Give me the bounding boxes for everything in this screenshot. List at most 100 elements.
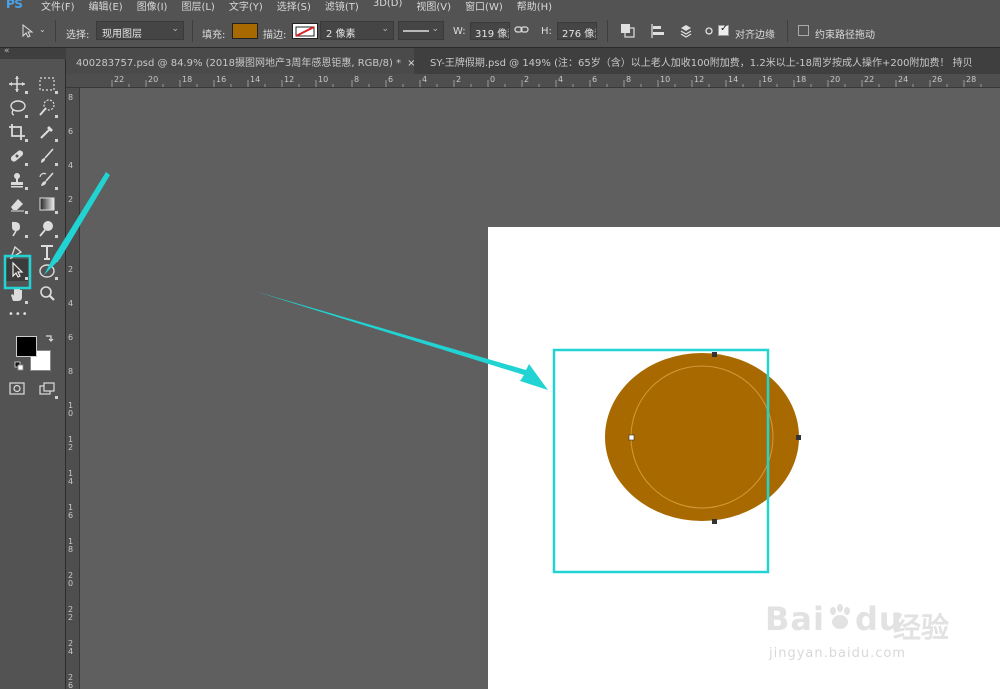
menu-window[interactable]: 窗口(W) xyxy=(465,0,503,12)
path-arrangement-button[interactable] xyxy=(677,22,695,40)
rect-marquee-icon xyxy=(39,77,55,91)
select-dropdown[interactable]: 现用图层 ⌄ xyxy=(96,21,184,40)
submenu-indicator xyxy=(25,91,28,94)
link-icon xyxy=(514,26,529,33)
submenu-indicator xyxy=(25,163,28,166)
path-operations-button[interactable] xyxy=(619,22,637,40)
hand-icon xyxy=(11,287,22,301)
vertical-ruler[interactable]: 8 6 4 2 0 2 4 6 8 1 0 1 2 1 4 1 6 1 8 2 … xyxy=(66,88,80,689)
dodge-tool[interactable] xyxy=(36,217,58,239)
submenu-indicator xyxy=(25,235,28,238)
menu-view[interactable]: 视图(V) xyxy=(416,0,451,12)
menu-bar: PS 文件(F) 编辑(E) 图像(I) 图层(L) 文字(Y) 选择(S) 滤… xyxy=(0,0,1000,12)
align-icon xyxy=(651,24,664,38)
more-icon: ••• xyxy=(8,309,29,320)
submenu-indicator xyxy=(25,301,28,304)
move-icon xyxy=(9,76,25,92)
menu-image[interactable]: 图像(I) xyxy=(137,0,168,12)
quick-selection-tool[interactable] xyxy=(36,97,58,119)
ruler-tick: 1 4 xyxy=(68,469,74,486)
width-label: W: xyxy=(453,26,466,37)
watermark-brand-bai: Bai xyxy=(765,600,825,638)
stroke-label: 描边: xyxy=(263,30,287,41)
foreground-color-swatch[interactable] xyxy=(16,336,37,357)
tab-document-2[interactable]: SY-王牌假期.psd @ 149% (注：65岁（含）以上老人加收100附加费… xyxy=(420,48,1000,74)
menu-3d[interactable]: 3D(D) xyxy=(373,0,403,12)
brush-tool[interactable] xyxy=(36,145,58,167)
quick-mask-button[interactable] xyxy=(6,378,28,400)
stamp-icon xyxy=(11,173,23,188)
screen-mode-button[interactable] xyxy=(36,378,58,400)
shape-tool[interactable] xyxy=(36,259,58,281)
path-operations-icon xyxy=(621,24,635,38)
link-dimensions-button[interactable] xyxy=(514,22,532,40)
stroke-width-dropdown[interactable]: 2 像素 ⌄ xyxy=(320,21,394,40)
chevron-down-icon: ⌄ xyxy=(39,25,46,34)
tab-document-1[interactable]: 400283757.psd @ 84.9% (2018摄图网地产3周年感恩钜惠,… xyxy=(66,48,414,74)
eyedropper-tool[interactable] xyxy=(36,121,58,143)
close-icon[interactable]: × xyxy=(407,58,414,69)
horizontal-ruler[interactable]: 22 20 18 16 14 12 10 8 6 4 2 0 2 4 6 8 1… xyxy=(66,74,1000,88)
ruler-tick: 1 8 xyxy=(68,537,74,554)
select-value: 现用图层 xyxy=(102,29,142,40)
toolbar-header[interactable]: « xyxy=(0,46,66,59)
height-input[interactable]: 276 像素 xyxy=(557,22,597,40)
menu-edit[interactable]: 编辑(E) xyxy=(89,0,123,12)
lasso-icon xyxy=(10,100,26,116)
menu-type[interactable]: 文字(Y) xyxy=(229,0,263,12)
history-brush-icon xyxy=(39,172,54,186)
menu-select[interactable]: 选择(S) xyxy=(277,0,311,12)
fill-label: 填充: xyxy=(202,30,226,41)
move-tool[interactable] xyxy=(6,73,28,95)
ellipse-icon xyxy=(39,264,55,278)
menu-filter[interactable]: 滤镜(T) xyxy=(325,0,359,12)
submenu-indicator xyxy=(55,91,58,94)
clone-stamp-tool[interactable] xyxy=(6,169,28,191)
menu-items: 文件(F) 编辑(E) 图像(I) 图层(L) 文字(Y) 选择(S) 滤镜(T… xyxy=(41,0,552,12)
marquee-tool[interactable] xyxy=(36,73,58,95)
constrain-path-checkbox[interactable] xyxy=(798,25,809,36)
watermark-url: jingyan.baidu.com xyxy=(769,646,906,661)
healing-brush-tool[interactable] xyxy=(6,145,28,167)
smudge-tool[interactable] xyxy=(6,217,28,239)
dodge-icon xyxy=(39,221,53,237)
menu-help[interactable]: 帮助(H) xyxy=(517,0,552,12)
stroke-color-swatch[interactable] xyxy=(292,23,318,39)
ruler-tick: 2 2 xyxy=(68,605,74,622)
tab-label: SY-王牌假期.psd @ 149% (注：65岁（含）以上老人加收100附加费… xyxy=(430,58,973,69)
crop-tool[interactable] xyxy=(6,121,28,143)
tools-panel: ••• xyxy=(0,59,66,689)
gradient-tool[interactable] xyxy=(36,193,58,215)
submenu-indicator xyxy=(55,277,58,280)
options-bar: ⌄ 选择: 现用图层 ⌄ 填充: 描边: 2 像素 ⌄ ⌄ W: 319 像素 … xyxy=(0,12,1000,48)
history-brush-tool[interactable] xyxy=(36,169,58,191)
zoom-tool[interactable] xyxy=(36,283,58,305)
stroke-line-icon xyxy=(403,30,429,32)
no-color-icon xyxy=(295,26,315,37)
tool-preset-picker[interactable]: ⌄ xyxy=(18,24,48,38)
path-selection-tool[interactable] xyxy=(6,259,28,281)
constrain-path-label: 约束路径拖动 xyxy=(815,30,875,41)
menu-layer[interactable]: 图层(L) xyxy=(181,0,214,12)
path-alignment-button[interactable] xyxy=(649,22,667,40)
collapse-icon[interactable]: « xyxy=(4,46,10,56)
ruler-tick: 2 6 xyxy=(68,673,74,689)
align-edges-checkbox[interactable] xyxy=(718,23,729,36)
width-input[interactable]: 319 像素 xyxy=(470,22,510,40)
path-selection-icon xyxy=(12,261,24,278)
stroke-type-dropdown[interactable]: ⌄ xyxy=(398,21,444,40)
quick-selection-icon xyxy=(39,99,55,116)
menu-file[interactable]: 文件(F) xyxy=(41,0,75,12)
ruler-tick: 1 0 xyxy=(68,401,74,418)
ruler-tick: 8 xyxy=(68,93,74,102)
stroke-width-value: 2 像素 xyxy=(326,29,356,40)
hand-tool[interactable] xyxy=(6,283,28,305)
fill-color-swatch[interactable] xyxy=(232,23,258,39)
lasso-tool[interactable] xyxy=(6,97,28,119)
submenu-indicator xyxy=(55,115,58,118)
default-colors-icon[interactable] xyxy=(14,361,24,371)
eraser-tool[interactable] xyxy=(6,193,28,215)
tab-label: 400283757.psd @ 84.9% (2018摄图网地产3周年感恩钜惠,… xyxy=(76,58,402,69)
swap-colors-icon[interactable] xyxy=(44,333,54,343)
edit-toolbar-button[interactable]: ••• xyxy=(6,307,28,329)
